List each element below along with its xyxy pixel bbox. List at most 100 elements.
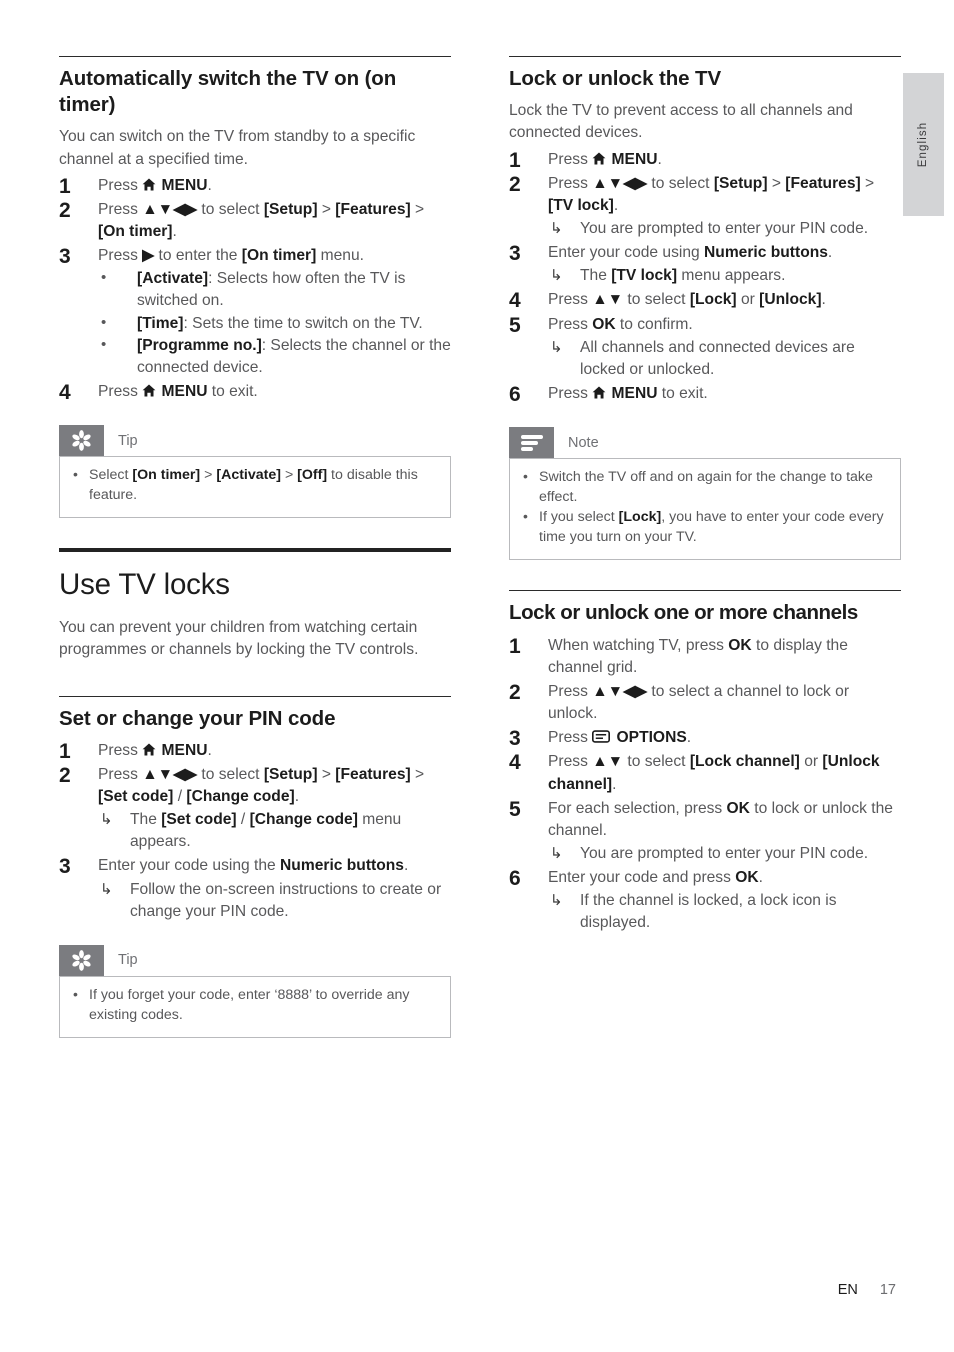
step-item: 3 Enter your code using the Numeric butto… bbox=[59, 855, 451, 922]
step-text: Enter your code using Numeric buttons. bbox=[548, 244, 833, 262]
bullet-dot: • bbox=[523, 508, 528, 525]
tip-body: • If you forget your code, enter ‘8888’ t… bbox=[59, 975, 451, 1039]
step-number: 3 bbox=[509, 242, 521, 266]
step-bullets: • [Activate]: Selects how often the TV is… bbox=[98, 268, 451, 379]
step-item: 2 Press ▲▼◀▶ to select [Setup] > [Feature… bbox=[509, 173, 901, 240]
callout-item: • Select [On timer] > [Activate] > [Off] … bbox=[73, 466, 418, 503]
step-number: 2 bbox=[59, 198, 71, 222]
result-arrow-icon: ↳ bbox=[100, 811, 113, 829]
step-results: ↳ You are prompted to enter your PIN code… bbox=[548, 843, 901, 865]
home-icon bbox=[142, 384, 156, 397]
step-text: Enter your code using the Numeric button… bbox=[98, 857, 409, 875]
section-rule bbox=[59, 56, 451, 57]
section-rule bbox=[59, 695, 451, 697]
step-item: 4 Press MENU to exit. bbox=[59, 381, 451, 404]
section-tv-locks: Use TV locks You can prevent your childr… bbox=[59, 548, 451, 661]
step-text: Press ▲▼ to select [Lock channel] or [Un… bbox=[548, 753, 880, 793]
result-arrow-icon: ↳ bbox=[550, 338, 563, 356]
heading-pin-code: Set or change your PIN code bbox=[59, 706, 336, 730]
step-result: ↳ You are prompted to enter your PIN code… bbox=[548, 218, 901, 240]
steps-on-timer: 1 Press MENU. 2 Press ▲▼◀▶ to select [Setup… bbox=[59, 175, 451, 404]
step-text: For each selection, press OK to lock or … bbox=[548, 799, 893, 839]
note-items: • Switch the TV off and on again for the … bbox=[522, 468, 888, 547]
home-icon bbox=[592, 152, 606, 164]
footer-page-number: 17 bbox=[879, 1282, 896, 1298]
step-result: ↳ The [TV lock] menu appears. bbox=[548, 265, 901, 287]
step-text: Press MENU. bbox=[548, 150, 662, 168]
language-tab: English bbox=[903, 73, 944, 216]
bullet-dot: • bbox=[101, 313, 107, 331]
section-rule bbox=[509, 56, 901, 57]
bullet-dot: • bbox=[73, 466, 78, 483]
step-result: ↳ Follow the on-screen instructions to cr… bbox=[100, 880, 442, 920]
step-item: 1 Press MENU. bbox=[59, 175, 451, 198]
step-text: Press ▲▼ to select [Lock] or [Unlock]. bbox=[548, 291, 826, 309]
result-arrow-icon: ↳ bbox=[100, 880, 113, 898]
step-text: Press MENU to exit. bbox=[98, 383, 258, 401]
step-text: Enter your code and press OK. bbox=[548, 869, 763, 887]
home-icon bbox=[142, 743, 156, 756]
step-number: 1 bbox=[509, 634, 521, 658]
step-number: 4 bbox=[59, 381, 71, 405]
tip-body: • Select [On timer] > [Activate] > [Off] … bbox=[59, 456, 451, 519]
step-number: 5 bbox=[509, 313, 521, 337]
step-text: Press OK to confirm. bbox=[548, 315, 693, 333]
step-number: 2 bbox=[59, 763, 71, 787]
step-item: 3 Press OPTIONS. bbox=[509, 727, 901, 750]
step-text: Press MENU. bbox=[98, 176, 212, 194]
tip-callout-pin-code: Tip • If you forget your code, enter ‘888… bbox=[59, 944, 451, 1039]
callout-item: • If you forget your code, enter ‘8888’ t… bbox=[73, 985, 410, 1023]
section-rule-thick bbox=[59, 548, 451, 553]
step-results: ↳ You are prompted to enter your PIN code… bbox=[548, 218, 901, 240]
step-result: ↳ All channels and connected devices are … bbox=[550, 338, 855, 378]
step-item: 6 Press MENU to exit. bbox=[509, 383, 901, 406]
step-number: 5 bbox=[509, 797, 521, 821]
result-arrow-icon: ↳ bbox=[550, 844, 563, 862]
intro-tv-locks: You can prevent your children from watch… bbox=[59, 619, 419, 659]
bullet-dot: • bbox=[101, 335, 107, 353]
step-number: 3 bbox=[59, 855, 71, 879]
result-arrow-icon: ↳ bbox=[550, 267, 563, 285]
step-item: 2 Press ▲▼◀▶ to select a channel to lock … bbox=[509, 681, 901, 725]
step-item: 3 Enter your code using Numeric buttons. ↳… bbox=[509, 242, 901, 287]
step-results: ↳ The [TV lock] menu appears. bbox=[548, 265, 901, 287]
footer-lang-code: EN bbox=[837, 1282, 858, 1298]
step-item: 6 Enter your code and press OK. ↳ If the ch… bbox=[509, 867, 901, 934]
step-item: 5 Press OK to confirm. ↳ All channels and c… bbox=[509, 314, 901, 381]
bullet-dot: • bbox=[101, 269, 107, 287]
step-item: 1 Press MENU. bbox=[59, 740, 451, 763]
step-results: ↳ If the channel is locked, a lock icon i… bbox=[548, 890, 901, 934]
note-callout-lock-tv: Note • Switch the TV off and on again for… bbox=[509, 427, 901, 561]
step-number: 2 bbox=[509, 172, 521, 196]
heading-lock-channels: Lock or unlock one or more channels bbox=[509, 601, 858, 625]
step-item: 2 Press ▲▼◀▶ to select [Setup] > [Feature… bbox=[59, 764, 451, 854]
intro-lock-tv: Lock the TV to prevent access to all cha… bbox=[509, 102, 853, 142]
tip-items: • If you forget your code, enter ‘8888’ t… bbox=[72, 986, 438, 1025]
step-item: 3 Press ▶ to enter the [On timer] menu. •[… bbox=[59, 245, 451, 379]
tip-callout-on-timer: Tip • Select [On timer] > [Activate] > [O… bbox=[59, 425, 451, 519]
step-item: 2 Press ▲▼◀▶ to select [Setup] > [Feature… bbox=[59, 199, 451, 243]
section-pin-code: Set or change your PIN code 1 Press MENU.… bbox=[59, 695, 451, 1039]
tip-asterisk-icon bbox=[59, 944, 104, 976]
step-number: 3 bbox=[59, 245, 71, 269]
step-number: 6 bbox=[509, 382, 521, 406]
section-rule bbox=[509, 590, 901, 592]
language-tab-label: English bbox=[917, 121, 929, 168]
step-item: 1 When watching TV, press OK to display t… bbox=[509, 635, 901, 679]
step-bullet: • [Programme no.]: Selects the channel or… bbox=[101, 335, 451, 376]
tip-items: • Select [On timer] > [Activate] > [Off] … bbox=[72, 466, 438, 505]
tip-title: Tip bbox=[118, 952, 138, 969]
steps-pin-code: 1 Press MENU. 2 Press ▲▼◀▶ to select [Setup… bbox=[59, 740, 451, 923]
heading-lock-tv: Lock or unlock the TV bbox=[509, 67, 722, 90]
step-text: Press MENU to exit. bbox=[548, 384, 708, 402]
intro-on-timer: You can switch on the TV from standby to… bbox=[59, 128, 416, 168]
steps-lock-channels: 1 When watching TV, press OK to display t… bbox=[509, 635, 901, 935]
tip-asterisk-icon bbox=[59, 425, 104, 457]
step-bullet: • [Activate]: Selects how often the TV is… bbox=[101, 269, 406, 310]
step-results: ↳ The [Set code] / [Change code] menu app… bbox=[98, 809, 451, 853]
step-number: 4 bbox=[509, 751, 521, 775]
section-on-timer: Automatically switch the TV on (on timer… bbox=[59, 56, 451, 519]
step-result: ↳ The [Set code] / [Change code] menu app… bbox=[100, 811, 402, 851]
manual-page: English Automatically switch the TV on (… bbox=[0, 0, 954, 1352]
step-text: Press ▲▼◀▶ to select [Setup] > [Features… bbox=[98, 765, 425, 806]
